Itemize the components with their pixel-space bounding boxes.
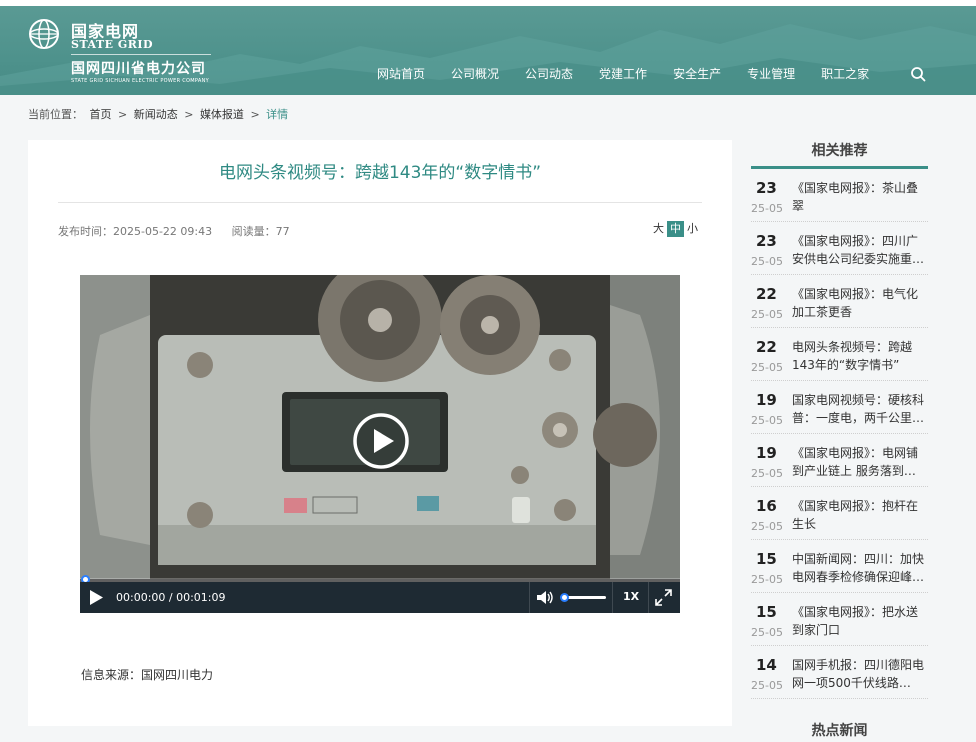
list-item-month: 25-05 <box>751 520 783 533</box>
list-item-month: 25-05 <box>751 414 783 427</box>
list-item-title[interactable]: 电网头条视频号：跨越143年的“数字情书” <box>792 338 928 374</box>
list-item-title[interactable]: 《国家电网报》：电气化加工茶更香 <box>792 285 928 321</box>
nav-item-home[interactable]: 网站首页 <box>364 65 438 82</box>
list-item-month: 25-05 <box>751 361 783 374</box>
state-grid-logo[interactable]: 国家电网 STATE GRID 国网四川省电力公司 STATE GRID SIC… <box>28 16 218 88</box>
list-item-title[interactable]: 《国家电网报》：四川广安供电公司纪委实施重… <box>792 232 928 268</box>
control-divider <box>529 582 530 613</box>
list-item-month: 25-05 <box>751 202 783 215</box>
list-item-title[interactable]: 中国新闻网：四川：加快电网春季检修确保迎峰… <box>792 550 928 586</box>
font-size-medium-button[interactable]: 中 <box>667 221 684 237</box>
list-item-title[interactable]: 《国家电网报》：电网铺到产业链上 服务落到… <box>792 444 928 480</box>
list-item[interactable]: 22 25-05 《国家电网报》：电气化加工茶更香 <box>751 275 928 328</box>
play-overlay-icon[interactable] <box>352 412 410 470</box>
video-player[interactable]: 00:00:00 / 00:01:09 1X <box>80 275 680 613</box>
title-divider <box>58 202 702 203</box>
list-item[interactable]: 16 25-05 《国家电网报》：抱杆在生长 <box>751 487 928 540</box>
list-item-month: 25-05 <box>751 467 783 480</box>
nav-item-company-news[interactable]: 公司动态 <box>512 65 586 82</box>
list-item[interactable]: 14 25-05 国网手机报：四川德阳电网一项500千伏线路… <box>751 646 928 699</box>
list-item[interactable]: 23 25-05 《国家电网报》：四川广安供电公司纪委实施重… <box>751 222 928 275</box>
list-item-month: 25-05 <box>751 626 783 639</box>
list-item[interactable]: 19 25-05 国家电网视频号：硬核科普：一度电，两千公里… <box>751 381 928 434</box>
search-icon[interactable] <box>910 66 926 82</box>
volume-icon[interactable] <box>536 590 553 605</box>
article-meta: 发布时间：2025-05-22 09:43 阅读量：77 <box>58 223 306 239</box>
logo-company-name: 国网四川省电力公司 <box>71 61 206 77</box>
breadcrumb-media-reports[interactable]: 媒体报道 <box>200 108 244 121</box>
list-item-day: 19 <box>756 444 777 462</box>
logo-company-english: STATE GRID SICHUAN ELECTRIC POWER COMPAN… <box>71 78 209 84</box>
read-count: 阅读量：77 <box>231 225 290 238</box>
list-item-title[interactable]: 《国家电网报》：茶山叠翠 <box>792 179 928 215</box>
list-item-day: 19 <box>756 391 777 409</box>
control-divider <box>612 582 613 613</box>
list-item-day: 23 <box>756 232 777 250</box>
list-item-title[interactable]: 国家电网视频号：硬核科普：一度电，两千公里… <box>792 391 928 427</box>
fullscreen-icon[interactable] <box>655 589 672 606</box>
breadcrumb-home[interactable]: 首页 <box>90 108 112 121</box>
list-item-title[interactable]: 《国家电网报》：把水送到家门口 <box>792 603 928 639</box>
main-nav: 网站首页 公司概况 公司动态 党建工作 安全生产 专业管理 职工之家 <box>364 65 882 82</box>
list-item-month: 25-05 <box>751 573 783 586</box>
list-item-day: 22 <box>756 285 777 303</box>
list-item[interactable]: 15 25-05 中国新闻网：四川：加快电网春季检修确保迎峰… <box>751 540 928 593</box>
article-card: 电网头条视频号：跨越143年的“数字情书” 发布时间：2025-05-22 09… <box>28 140 732 726</box>
article-title: 电网头条视频号：跨越143年的“数字情书” <box>218 163 542 183</box>
logo-english-name: STATE GRID <box>71 38 154 51</box>
list-item-month: 25-05 <box>751 679 783 692</box>
nav-item-party-building[interactable]: 党建工作 <box>586 65 660 82</box>
article-source: 信息来源：国网四川电力 <box>81 668 214 682</box>
logo-divider <box>71 54 211 55</box>
list-item-month: 25-05 <box>751 255 783 268</box>
list-item-day: 16 <box>756 497 777 515</box>
volume-slider-knob[interactable] <box>560 593 569 602</box>
list-item-title[interactable]: 《国家电网报》：抱杆在生长 <box>792 497 928 533</box>
list-item-title[interactable]: 国网手机报：四川德阳电网一项500千伏线路… <box>792 656 928 692</box>
font-size-small-button[interactable]: 小 <box>684 221 701 237</box>
breadcrumb-separator: > <box>250 108 260 121</box>
font-size-large-button[interactable]: 大 <box>650 221 667 237</box>
control-divider <box>648 582 649 613</box>
state-grid-emblem-icon <box>29 19 59 49</box>
breadcrumb-separator: > <box>184 108 194 121</box>
playback-speed-button[interactable]: 1X <box>623 590 639 603</box>
video-time: 00:00:00 / 00:01:09 <box>116 591 226 604</box>
breadcrumb-current: 详情 <box>266 108 289 121</box>
nav-item-professional-management[interactable]: 专业管理 <box>734 65 808 82</box>
related-recommendations: 相关推荐 23 25-05 《国家电网报》：茶山叠翠 23 25-05 《国家电网报》：四… <box>751 140 928 699</box>
list-item-day: 15 <box>756 550 777 568</box>
volume-slider[interactable] <box>560 593 606 602</box>
nav-item-company-overview[interactable]: 公司概况 <box>438 65 512 82</box>
font-size-switcher: 大 中 小 <box>650 221 701 237</box>
site-header: 国家电网 STATE GRID 国网四川省电力公司 STATE GRID SIC… <box>0 6 976 95</box>
breadcrumb-prefix: 当前位置： <box>28 108 83 121</box>
play-icon[interactable] <box>88 589 104 606</box>
list-item-month: 25-05 <box>751 308 783 321</box>
sidebar-title: 相关推荐 <box>811 143 868 159</box>
hot-news-title: 热点新闻 <box>811 723 868 739</box>
list-item-day: 23 <box>756 179 777 197</box>
nav-item-staff-home[interactable]: 职工之家 <box>808 65 882 82</box>
list-item-day: 15 <box>756 603 777 621</box>
list-item[interactable]: 19 25-05 《国家电网报》：电网铺到产业链上 服务落到… <box>751 434 928 487</box>
list-item[interactable]: 23 25-05 《国家电网报》：茶山叠翠 <box>751 169 928 222</box>
breadcrumb-separator: > <box>118 108 128 121</box>
related-list: 23 25-05 《国家电网报》：茶山叠翠 23 25-05 《国家电网报》：四川广安供电… <box>751 169 928 699</box>
video-controls: 00:00:00 / 00:01:09 1X <box>80 582 680 613</box>
breadcrumb: 当前位置： 首页 > 新闻动态 > 媒体报道 > 详情 <box>28 106 291 122</box>
nav-item-safety[interactable]: 安全生产 <box>660 65 734 82</box>
list-item-day: 14 <box>756 656 777 674</box>
list-item-day: 22 <box>756 338 777 356</box>
list-item[interactable]: 15 25-05 《国家电网报》：把水送到家门口 <box>751 593 928 646</box>
publish-time: 发布时间：2025-05-22 09:43 <box>58 225 213 238</box>
breadcrumb-news[interactable]: 新闻动态 <box>134 108 178 121</box>
list-item[interactable]: 22 25-05 电网头条视频号：跨越143年的“数字情书” <box>751 328 928 381</box>
